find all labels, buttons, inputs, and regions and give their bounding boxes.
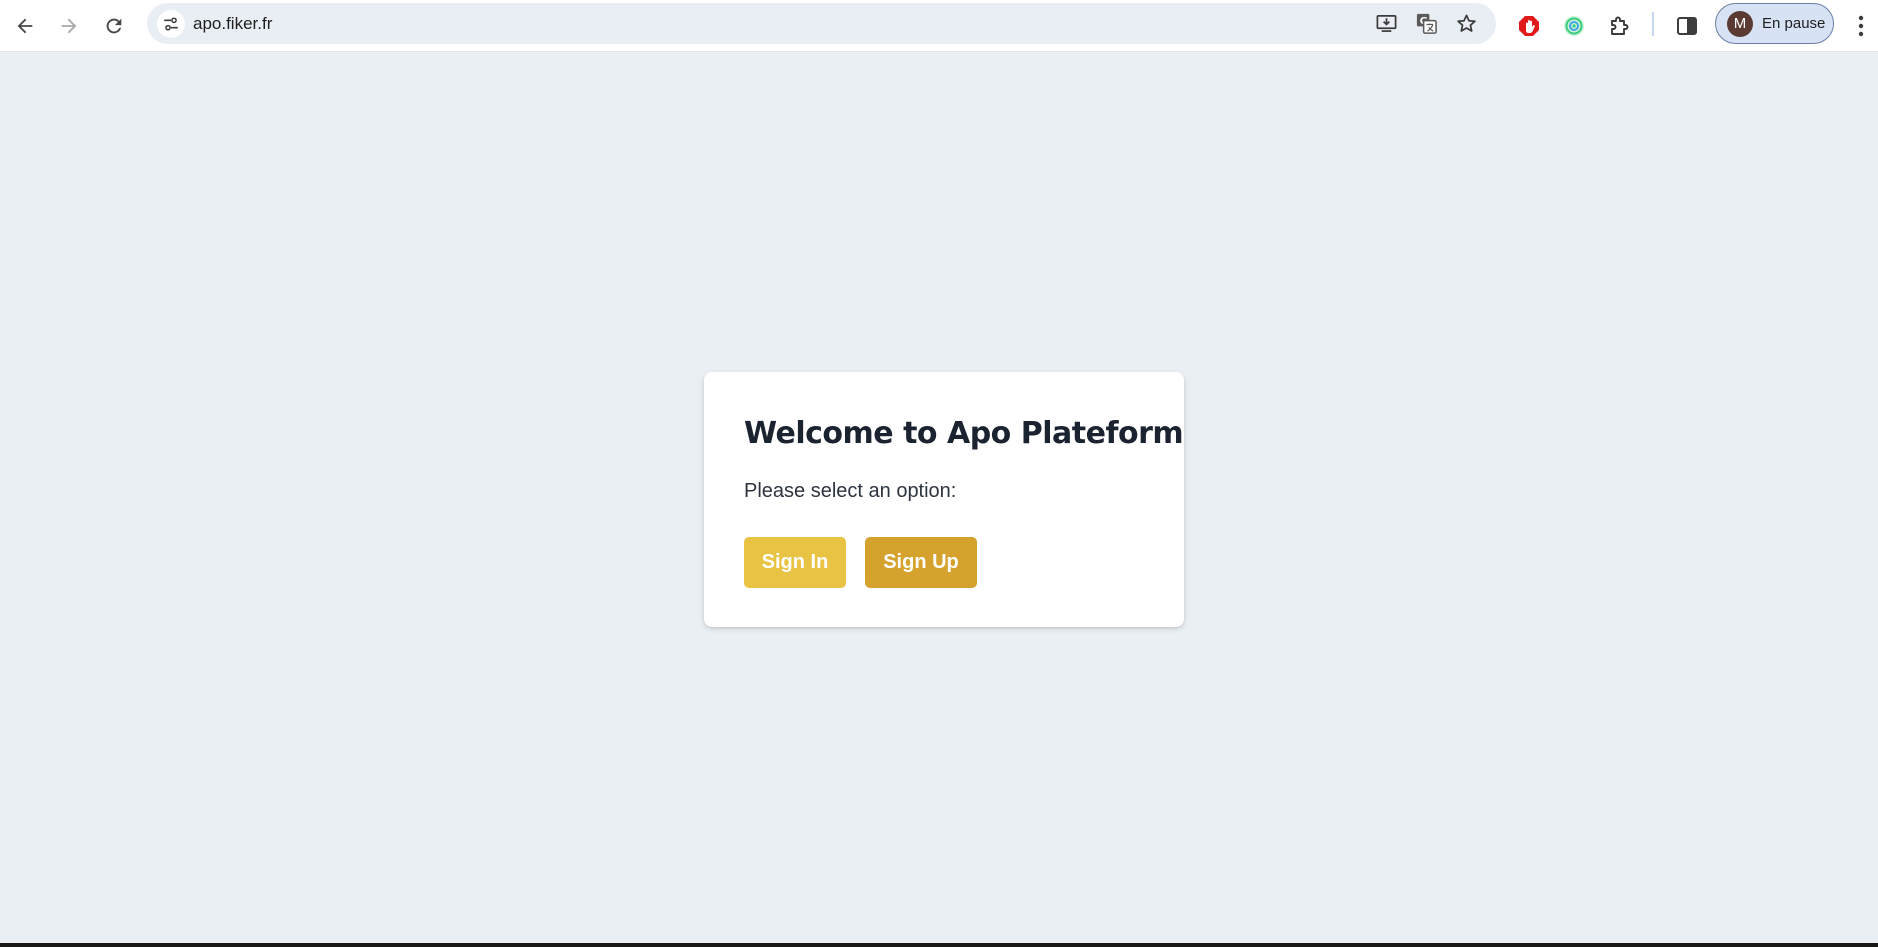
- instruction-text: Please select an option:: [744, 480, 957, 502]
- sign-up-button[interactable]: Sign Up: [865, 537, 977, 588]
- bookmark-button[interactable]: [1446, 3, 1486, 44]
- puzzle-icon: [1611, 16, 1629, 35]
- forward-button[interactable]: [47, 4, 91, 48]
- toolbar-divider: [1652, 12, 1654, 36]
- reload-icon: [106, 18, 122, 34]
- arrow-right-icon: [61, 18, 77, 34]
- adblock-extension-button[interactable]: [1509, 6, 1549, 46]
- kebab-menu-icon: [1858, 15, 1864, 37]
- browser-toolbar: apo.fiker.fr G: [0, 0, 1878, 52]
- reload-button[interactable]: [92, 4, 136, 48]
- arrow-left-icon: [17, 18, 33, 34]
- install-app-icon: [1376, 14, 1396, 32]
- translate-icon: G: [1416, 13, 1437, 34]
- sign-in-button[interactable]: Sign In: [744, 537, 846, 588]
- profile-button[interactable]: M En pause: [1715, 3, 1834, 44]
- side-panel-icon: [1677, 17, 1697, 35]
- install-app-button[interactable]: [1366, 3, 1406, 44]
- translate-button[interactable]: G: [1406, 3, 1446, 44]
- welcome-card: Welcome to Apo Plateform Please select a…: [704, 372, 1184, 627]
- tune-icon: [164, 17, 178, 31]
- side-panel-button[interactable]: [1667, 6, 1707, 46]
- star-icon: [1456, 14, 1476, 32]
- browser-menu-button[interactable]: [1846, 6, 1876, 46]
- target-extension-button[interactable]: [1554, 6, 1594, 46]
- address-bar[interactable]: apo.fiker.fr G: [147, 3, 1496, 44]
- profile-status-label: En pause: [1762, 15, 1826, 32]
- avatar: M: [1727, 10, 1753, 37]
- page-title: Welcome to Apo Plateform: [744, 416, 1184, 451]
- url-text[interactable]: apo.fiker.fr: [193, 3, 272, 44]
- extensions-button[interactable]: [1600, 6, 1640, 46]
- adblock-hand-icon: [1519, 16, 1539, 36]
- target-extension-icon: [1564, 16, 1584, 36]
- back-button[interactable]: [3, 4, 47, 48]
- site-info-button[interactable]: [157, 10, 185, 38]
- taskbar-edge: [0, 943, 1878, 947]
